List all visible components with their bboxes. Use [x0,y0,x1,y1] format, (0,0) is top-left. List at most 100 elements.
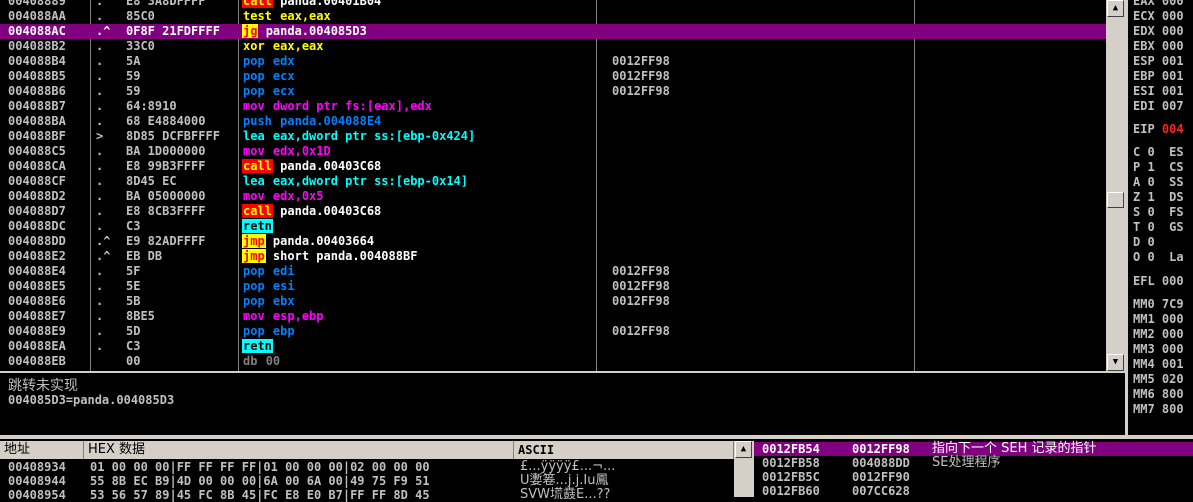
operands: panda.004085D3 [265,24,367,38]
dump-hex: 55 8B EC B9|4D 00 00 00|6A 00 6A 00|49 7… [90,474,430,488]
header-ascii[interactable]: ASCII [514,441,734,459]
instruction-cell: pop edi [242,264,594,279]
stack-row[interactable]: 0012FB54 0012FF98 指向下一个 SEH 记录的指针 [754,442,1193,456]
address-cell: 004088E2 [8,249,66,263]
disasm-row[interactable]: 004088E7. 8BE5 mov esp,ebp [0,309,1106,324]
jump-marker: . [96,99,104,113]
disasm-row[interactable]: 004088EB 00 db 00 [0,354,1106,369]
disasm-row[interactable]: 004088AC .^ 0F8F 21FDFFFF jg panda.004085D3 [0,24,1106,39]
disasm-row[interactable]: 004088BF >8D85 DCFBFFFF lea eax,dword ptr … [0,129,1106,144]
register-line[interactable]: C 0 ES [1133,145,1184,159]
disasm-row[interactable]: 004088B2. 33C0 xor eax,eax [0,39,1106,54]
stack-comment: 指向下一个 SEH 记录的指针 [932,441,1097,456]
header-address[interactable]: 地址 [0,441,84,459]
operands: panda.00403664 [272,234,375,248]
disasm-row[interactable]: 004088C5. BA 1D000000 mov edx,0x1D [0,144,1106,159]
disasm-row[interactable]: 004088B5. 59 pop ecx 0012FF98 [0,69,1106,84]
comment-cell: 0012FF98 [612,264,670,278]
register-line[interactable]: MM2 000 [1133,327,1184,341]
operands: esp,ebp [272,309,324,323]
disasm-row[interactable]: 004088D2. BA 05000000 mov edx,0x5 [0,189,1106,204]
stack-pane[interactable]: 0012FB54 0012FF98 指向下一个 SEH 记录的指针 0012FB58 0… [754,441,1193,498]
register-line[interactable]: S 0 FS [1133,205,1184,219]
disasm-row[interactable]: 004088E9. 5D pop ebp 0012FF98 [0,324,1106,339]
disasm-row[interactable]: 004088D7. E8 8CB3FFFF call panda.00403C68 [0,204,1106,219]
jump-marker: . [96,189,104,203]
disasm-row[interactable]: 004088E6. 5B pop ebx 0012FF98 [0,294,1106,309]
scroll-down-icon[interactable]: ▼ [1107,354,1124,371]
disasm-row[interactable]: 004088AA. 85C0 test eax,eax [0,9,1106,24]
register-line[interactable]: EBP 001 [1133,69,1184,83]
mnemonic: jmp [242,249,266,263]
address-cell: 004088AC [8,24,66,38]
disasm-row[interactable]: 004088BA. 68 E4884000 push panda.004088E4 [0,114,1106,129]
stack-row[interactable]: 0012FB60 007CC628 [754,484,1193,498]
disasm-row[interactable]: 004088E5. 5E pop esi 0012FF98 [0,279,1106,294]
stack-value: 004088DD [852,456,910,470]
hex-cell: 5E [126,279,141,293]
disasm-row[interactable]: 004088EA. C3 retn [0,339,1106,354]
register-line[interactable]: MM3 000 [1133,342,1184,356]
mnemonic: db [243,354,258,368]
disassembly-scrollbar[interactable]: ▲ ▼ [1106,0,1125,371]
stack-row[interactable]: 0012FB58 004088DD SE处理程序 [754,456,1193,471]
scroll-thumb[interactable] [1107,192,1124,208]
register-line[interactable]: ESP 001 [1133,54,1184,68]
register-line[interactable]: EDI 007 [1133,99,1184,113]
register-line[interactable]: A 0 SS [1133,175,1184,189]
register-line[interactable]: ECX 000 [1133,9,1184,23]
register-line[interactable]: MM4 001 [1133,357,1184,371]
register-line[interactable]: P 1 CS [1133,160,1184,174]
address-cell: 004088CF [8,174,66,188]
disasm-row[interactable]: 004088E4. 5F pop edi 0012FF98 [0,264,1106,279]
jump-marker: . [96,69,104,83]
register-line[interactable]: MM5 020 [1133,372,1184,386]
disasm-row[interactable]: 004088CF. 8D45 EC lea eax,dword ptr ss:[eb… [0,174,1106,189]
disassembly-pane[interactable]: 00408889. E8 3A8DFFFF call panda.00401B04 0… [0,0,1106,371]
disasm-row[interactable]: 004088B7. 64:8910 mov dword ptr fs:[eax],e… [0,99,1106,114]
register-line[interactable]: MM0 7C9 [1133,297,1184,311]
jump-marker: > [96,129,104,143]
disasm-row[interactable]: 004088CA. E8 99B3FFFF call panda.00403C68 [0,159,1106,174]
register-line[interactable]: MM6 800 [1133,387,1184,401]
hex-cell: E8 3A8DFFFF [126,0,206,8]
hex-cell: C3 [126,339,141,353]
hex-cell: 59 [126,69,141,83]
jump-marker: . [96,264,104,278]
instruction-cell: pop edx [242,54,594,69]
disasm-row[interactable]: 004088DC. C3 retn [0,219,1106,234]
register-line[interactable]: T 0 GS [1133,220,1184,234]
disasm-row[interactable]: 004088B6. 59 pop ecx 0012FF98 [0,84,1106,99]
register-line[interactable]: EFL 000 [1133,274,1184,288]
hex-cell: 8D85 DCFBFFFF [126,129,220,143]
instruction-cell: jg panda.004085D3 [242,24,594,39]
dump-address: 00408954 [8,488,66,502]
header-hex[interactable]: HEX 数据 [84,441,514,459]
register-line[interactable]: MM1 000 [1133,312,1184,326]
jump-marker: . [96,174,104,188]
register-line[interactable]: EBX 000 [1133,39,1184,53]
register-line[interactable]: O 0 La [1133,250,1184,264]
disasm-row[interactable]: 004088B4. 5A pop edx 0012FF98 [0,54,1106,69]
register-line[interactable]: D 0 [1133,235,1155,249]
stack-value: 007CC628 [852,484,910,498]
disasm-row[interactable]: 004088E2 .^ EB DB jmp short panda.004088BF [0,249,1106,264]
register-line[interactable]: EDX 000 [1133,24,1184,38]
dump-scrollbar[interactable]: ▲ [734,441,754,497]
register-line[interactable]: EIP 004 [1133,122,1184,136]
registers-pane[interactable]: EAX 000 ECX 000 EDX 000 EBX 000 ESP 001 EBP 0… [1125,0,1193,435]
disasm-row[interactable]: 004088DD .^ E9 82ADFFFF jmp panda.00403664 [0,234,1106,249]
instruction-cell: jmp short panda.004088BF [242,249,594,264]
disasm-row[interactable]: 00408889. E8 3A8DFFFF call panda.00401B04 [0,0,1106,9]
jump-marker: . [96,279,104,293]
scroll-up-icon[interactable]: ▲ [1107,0,1124,17]
register-line[interactable]: ESI 001 [1133,84,1184,98]
address-cell: 004088D2 [8,189,66,203]
register-line[interactable]: EAX 000 [1133,0,1184,8]
hex-cell: E9 82ADFFFF [126,234,206,248]
stack-row[interactable]: 0012FB5C 0012FF90 [754,470,1193,484]
register-line[interactable]: MM7 800 [1133,402,1184,416]
mnemonic: push [243,114,272,128]
register-line[interactable]: Z 1 DS [1133,190,1184,204]
scroll-up-icon[interactable]: ▲ [735,441,752,458]
